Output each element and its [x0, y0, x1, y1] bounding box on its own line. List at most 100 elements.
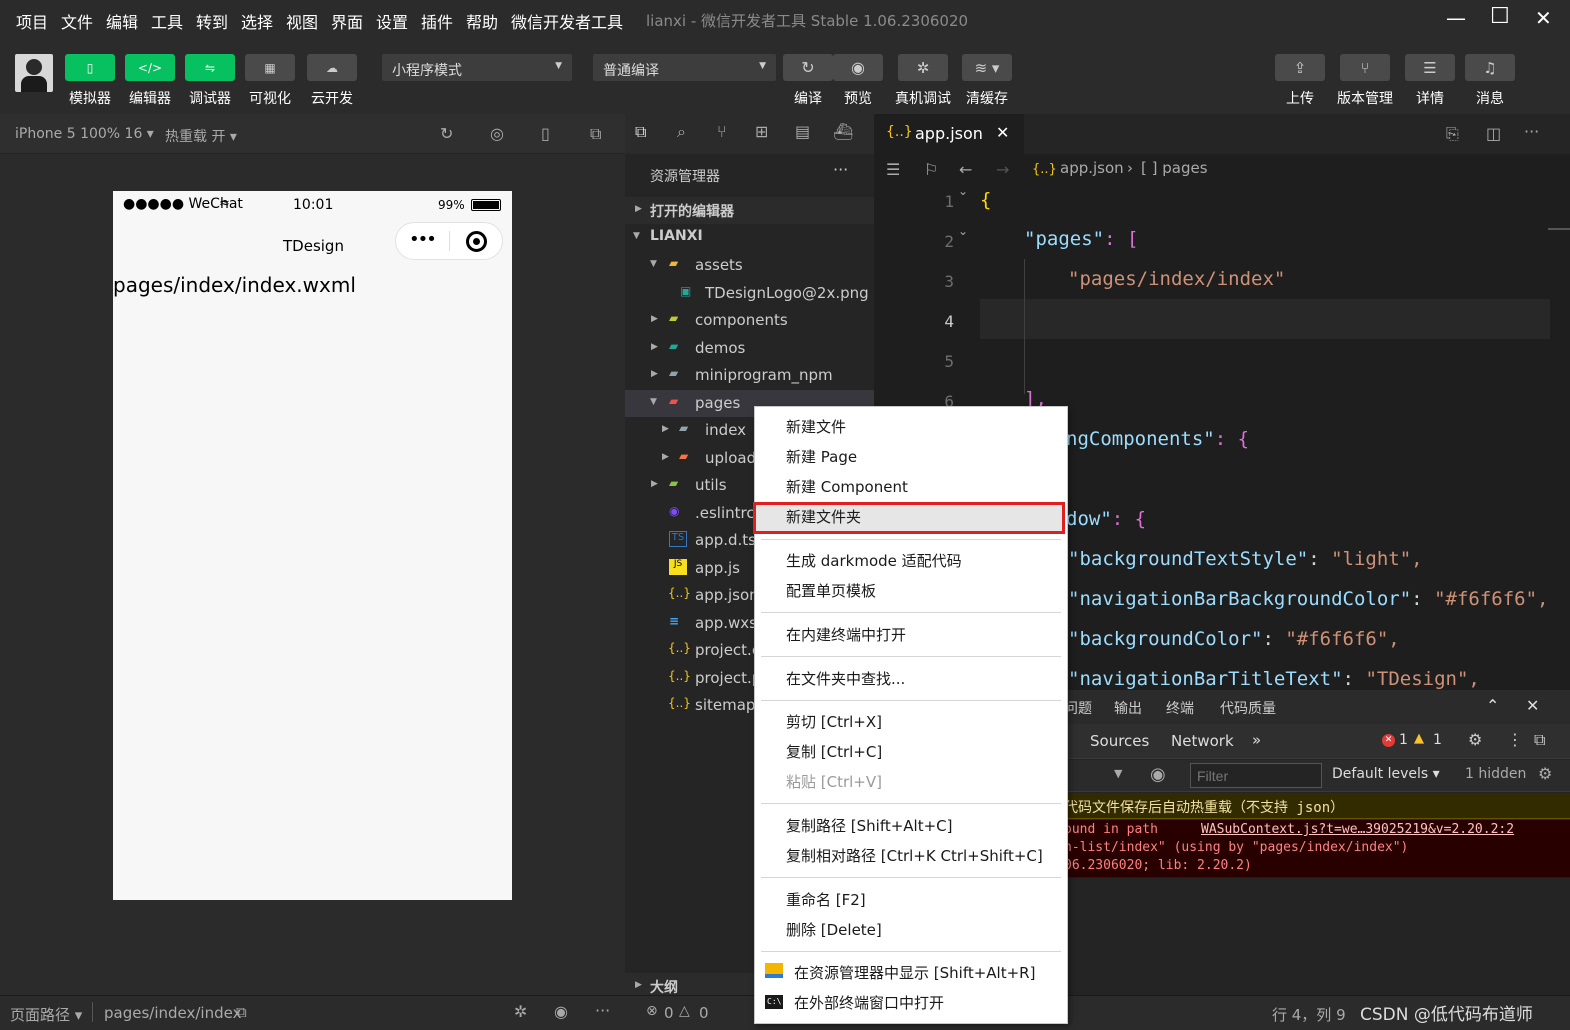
menu-edit[interactable]: 编辑	[106, 9, 138, 33]
editor-button[interactable]: </>	[125, 54, 175, 81]
levels-select[interactable]: Default levels ▾	[1332, 766, 1440, 782]
menu-plugins[interactable]: 插件	[421, 9, 453, 33]
tab-network[interactable]: Network	[1171, 732, 1234, 750]
menu-tools[interactable]: 工具	[151, 9, 183, 33]
dock-icon[interactable]: ⧉	[1534, 730, 1545, 750]
tab-app-json[interactable]: {..} app.json ✕	[874, 114, 1024, 154]
open-editors-section[interactable]: ▶ 打开的编辑器	[625, 197, 874, 224]
tree-item-demos[interactable]: ▶ ▰ demos	[625, 335, 874, 362]
status-error-count[interactable]: 0	[664, 1004, 674, 1022]
compile-select[interactable]: 普通编译 ▼	[593, 54, 776, 81]
breadcrumb-file[interactable]: app.json	[1060, 159, 1124, 177]
preview-button[interactable]: ◉	[833, 54, 883, 81]
phone-icon[interactable]: ▯	[541, 124, 550, 143]
list-icon[interactable]: ☰	[886, 160, 900, 179]
phone-screen[interactable]: ●●●●● WeChat ≈ 10:01 99% TDesign ••• pag…	[113, 191, 512, 900]
more-icon[interactable]: ···	[833, 160, 848, 179]
split-editor-icon[interactable]: ◫	[1486, 124, 1501, 143]
menu-item-reveal-in-explorer[interactable]: 在资源管理器中显示 [Shift+Alt+R]	[794, 959, 1035, 987]
messages-button[interactable]: ♫	[1465, 54, 1515, 81]
menu-item-paste[interactable]: 粘贴 [Ctrl+V]	[786, 768, 882, 796]
tab-problems[interactable]: 问题	[1064, 698, 1092, 718]
gear-icon[interactable]: ⚙	[1538, 764, 1552, 783]
popout-icon[interactable]: ⧉	[590, 124, 601, 144]
gear-icon[interactable]: ⚙	[1468, 730, 1482, 749]
docker-icon[interactable]: ⛴	[833, 122, 853, 141]
storage-icon[interactable]: ▤	[795, 122, 810, 141]
menu-item-new-folder[interactable]: 新建文件夹	[786, 503, 861, 531]
real-debug-button[interactable]: ✲	[898, 54, 948, 81]
back-icon[interactable]: ←	[959, 160, 972, 179]
menu-goto[interactable]: 转到	[196, 9, 228, 33]
kebab-icon[interactable]: ⋮	[1507, 730, 1523, 749]
maximize-icon[interactable]: ☐	[1490, 4, 1510, 29]
files-icon[interactable]: ⧉	[635, 122, 646, 142]
menu-item-copy[interactable]: 复制 [Ctrl+C]	[786, 738, 882, 766]
close-tab-icon[interactable]: ✕	[996, 123, 1009, 142]
eye-icon[interactable]: ◉	[554, 1002, 568, 1021]
menu-item-new-page[interactable]: 新建 Page	[786, 443, 857, 471]
tree-item-logo[interactable]: ▣ TDesignLogo@2x.png	[625, 280, 874, 307]
compile-button[interactable]: ↻	[783, 54, 833, 81]
visual-button[interactable]: ▦	[245, 54, 295, 81]
tab-output[interactable]: 输出	[1114, 698, 1142, 718]
tab-code-quality[interactable]: 代码质量	[1220, 698, 1276, 718]
breadcrumb-node[interactable]: [ ] pages	[1141, 159, 1208, 177]
search-icon[interactable]: ⌕	[677, 122, 686, 142]
tab-sources[interactable]: Sources	[1090, 732, 1149, 750]
device-select[interactable]: iPhone 5 100% 16 ▾	[15, 126, 154, 142]
menu-help[interactable]: 帮助	[466, 9, 498, 33]
menu-item-find-in-folder[interactable]: 在文件夹中查找...	[786, 665, 905, 693]
menu-item-delete[interactable]: 删除 [Delete]	[786, 916, 882, 944]
menu-file[interactable]: 文件	[61, 9, 93, 33]
capsule-menu[interactable]: •••	[395, 222, 503, 260]
branch-icon[interactable]: ⑂	[717, 122, 727, 141]
more-icon[interactable]: ···	[595, 1001, 610, 1020]
tree-item-assets[interactable]: ▼ ▰ assets	[625, 252, 874, 279]
debugger-button[interactable]: ⇋	[185, 54, 235, 81]
upload-button[interactable]: ⇪	[1275, 54, 1325, 81]
context-dropdown-icon[interactable]: ▼	[1114, 767, 1122, 780]
copy-icon[interactable]: ⧉	[236, 1003, 247, 1021]
menu-item-cut[interactable]: 剪切 [Ctrl+X]	[786, 708, 882, 736]
menu-item-copy-relative-path[interactable]: 复制相对路径 [Ctrl+K Ctrl+Shift+C]	[786, 842, 1043, 870]
bug-icon[interactable]: ✲	[514, 1002, 527, 1021]
new-file-icon[interactable]: ⎘	[1446, 124, 1459, 144]
details-button[interactable]: ☰	[1405, 54, 1455, 81]
tree-item-components[interactable]: ▶ ▰ components	[625, 307, 874, 334]
more-tabs-icon[interactable]: »	[1252, 731, 1261, 749]
page-path-select[interactable]: 页面路径 ▾	[10, 1004, 82, 1025]
more-dots-icon[interactable]: •••	[409, 229, 437, 250]
chevron-up-icon[interactable]: ⌃	[1486, 696, 1499, 715]
menu-item-new-component[interactable]: 新建 Component	[786, 473, 908, 501]
menu-select[interactable]: 选择	[241, 9, 273, 33]
fold-chevron-icon[interactable]: ⌄	[958, 224, 968, 238]
menu-item-open-terminal[interactable]: 在内建终端中打开	[786, 621, 906, 649]
cursor-position[interactable]: 行 4，列 9	[1272, 1004, 1346, 1025]
menu-item-page-template[interactable]: 配置单页模板	[786, 577, 876, 605]
menu-item-darkmode[interactable]: 生成 darkmode 适配代码	[786, 547, 962, 575]
tree-item-miniprogram-npm[interactable]: ▶ ▰ miniprogram_npm	[625, 362, 874, 389]
menu-interface[interactable]: 界面	[331, 9, 363, 33]
refresh-icon[interactable]: ↻	[440, 124, 453, 143]
status-warning-count[interactable]: 0	[699, 1004, 709, 1022]
avatar[interactable]	[15, 54, 53, 92]
forward-icon[interactable]: →	[996, 160, 1009, 179]
filter-input[interactable]	[1190, 763, 1322, 788]
version-button[interactable]: ⑂	[1340, 54, 1390, 81]
menu-wechat-devtools[interactable]: 微信开发者工具	[511, 9, 623, 33]
stop-icon[interactable]: ◎	[490, 124, 504, 143]
hot-reload-select[interactable]: 热重载 开 ▾	[165, 126, 237, 146]
eye-icon[interactable]: ◉	[1150, 764, 1166, 785]
error-source-link[interactable]: WASubContext.js?t=we…39025219&v=2.20.2:2	[1201, 822, 1514, 837]
error-count[interactable]: 1	[1399, 732, 1408, 748]
more-icon[interactable]: ···	[1524, 122, 1539, 141]
clear-cache-button[interactable]: ≋ ▾	[962, 54, 1012, 81]
menu-item-new-file[interactable]: 新建文件	[786, 413, 846, 441]
bookmark-icon[interactable]: ⚐	[924, 160, 938, 179]
tab-terminal[interactable]: 终端	[1166, 698, 1194, 718]
project-section[interactable]: ▼ LIANXI	[625, 224, 874, 251]
menu-view[interactable]: 视图	[286, 9, 318, 33]
close-panel-icon[interactable]: ✕	[1526, 696, 1539, 715]
menu-project[interactable]: 项目	[16, 9, 48, 33]
